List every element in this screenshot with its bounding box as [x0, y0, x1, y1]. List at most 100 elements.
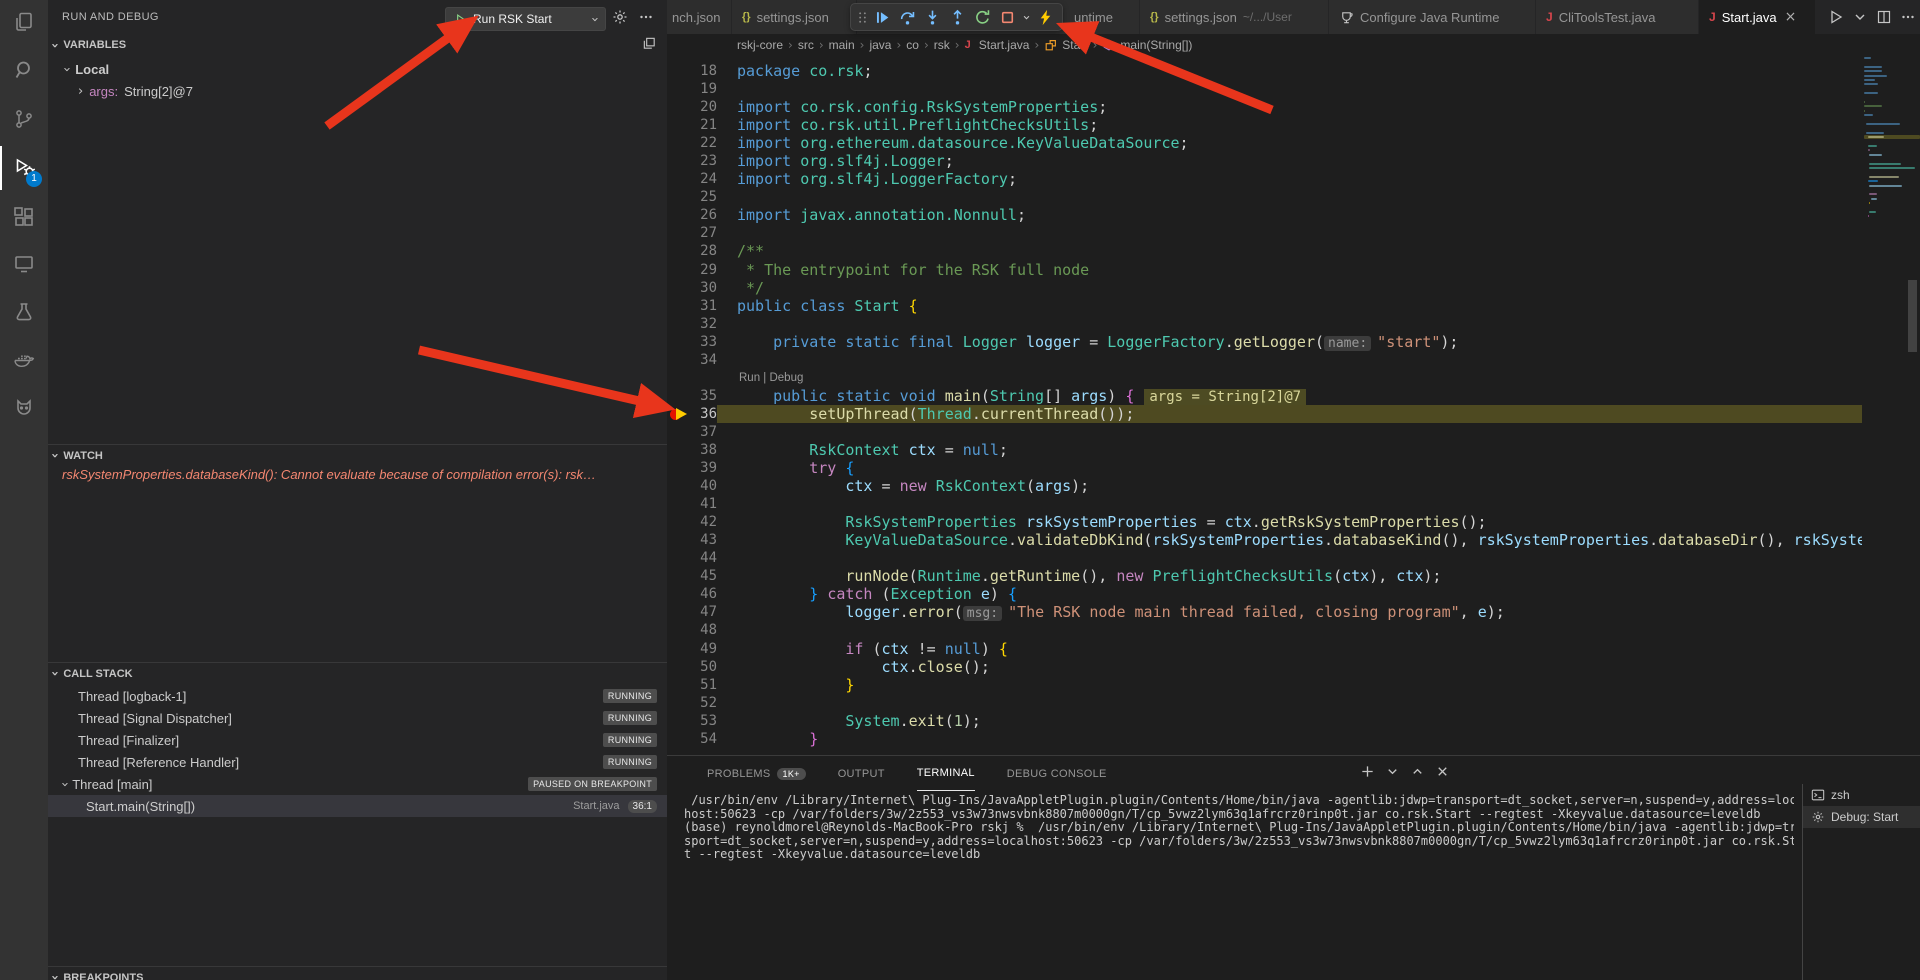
- code-line-21[interactable]: 21import co.rsk.util.PreflightChecksUtil…: [667, 116, 1862, 134]
- breadcrumb-item-main(String[])[interactable]: main(String[]): [1102, 38, 1192, 52]
- terminal-output[interactable]: /usr/bin/env /Library/Internet\ Plug-Ins…: [684, 794, 1794, 862]
- breakpoint-margin[interactable]: [667, 531, 691, 549]
- tab-settings.json[interactable]: {}settings.json: [732, 0, 857, 34]
- code-line-33[interactable]: 33 private static final Logger logger = …: [667, 333, 1862, 351]
- code-line-36[interactable]: 36 setUpThread(Thread.currentThread());: [667, 405, 1862, 423]
- breakpoint-margin[interactable]: [667, 603, 691, 621]
- breakpoint-margin[interactable]: [667, 513, 691, 531]
- code-line-20[interactable]: 20import co.rsk.config.RskSystemProperti…: [667, 98, 1862, 116]
- breadcrumb[interactable]: rskj-core›src›main›java›co›rsk›JStart.ja…: [667, 34, 1920, 56]
- code-line-30[interactable]: 30 */: [667, 279, 1862, 297]
- stack-frame-row[interactable]: Start.main(String[])Start.java36:1: [48, 795, 667, 817]
- breakpoint-margin[interactable]: [667, 549, 691, 567]
- code-line-22[interactable]: 22import org.ethereum.datasource.KeyValu…: [667, 134, 1862, 152]
- breadcrumb-item-Start.java[interactable]: JStart.java: [965, 38, 1030, 52]
- step-into-icon[interactable]: [920, 5, 945, 29]
- new-terminal-icon[interactable]: [1360, 764, 1375, 784]
- maximize-panel-icon[interactable]: [1410, 764, 1425, 784]
- breakpoint-margin[interactable]: [667, 116, 691, 134]
- breakpoint-margin[interactable]: [667, 585, 691, 603]
- breakpoint-margin[interactable]: [667, 459, 691, 477]
- breakpoint-margin[interactable]: [667, 188, 691, 206]
- code-line-47[interactable]: 47 logger.error(msg:"The RSK node main t…: [667, 603, 1862, 621]
- code-line-49[interactable]: 49 if (ctx != null) {: [667, 640, 1862, 658]
- breakpoint-margin[interactable]: [667, 441, 691, 459]
- breakpoint-margin[interactable]: [667, 730, 691, 748]
- breakpoint-margin[interactable]: [667, 658, 691, 676]
- code-line-51[interactable]: 51 }: [667, 676, 1862, 694]
- watch-expression[interactable]: rskSystemProperties.databaseKind(): Cann…: [62, 467, 652, 482]
- panel-tab-TERMINAL[interactable]: TERMINAL: [917, 756, 975, 791]
- grip-icon[interactable]: [855, 5, 870, 29]
- code-line-32[interactable]: 32: [667, 315, 1862, 333]
- code-line-18[interactable]: 18package co.rsk;: [667, 62, 1862, 80]
- tab-Start.java[interactable]: JStart.java×: [1699, 0, 1816, 34]
- code-line-39[interactable]: 39 try {: [667, 459, 1862, 477]
- run-icon[interactable]: [1828, 9, 1844, 25]
- call-stack-thread[interactable]: Thread [logback-1]RUNNING: [48, 685, 667, 707]
- breakpoint-margin[interactable]: [667, 694, 691, 712]
- panel-tab-OUTPUT[interactable]: OUTPUT: [838, 756, 885, 791]
- activity-item-extensions-icon[interactable]: [0, 195, 48, 239]
- breadcrumb-item-src[interactable]: src: [798, 38, 814, 52]
- call-stack-section-header[interactable]: ›CALL STACK: [48, 662, 667, 684]
- code-line-37[interactable]: 37: [667, 423, 1862, 441]
- breakpoint-margin[interactable]: [667, 152, 691, 170]
- step-over-icon[interactable]: [895, 5, 920, 29]
- code-line-48[interactable]: 48: [667, 621, 1862, 639]
- code-line-25[interactable]: 25: [667, 188, 1862, 206]
- panel-tab-DEBUG CONSOLE[interactable]: DEBUG CONSOLE: [1007, 756, 1107, 791]
- breakpoint-margin[interactable]: [667, 98, 691, 116]
- code-line-44[interactable]: 44: [667, 549, 1862, 567]
- step-out-icon[interactable]: [945, 5, 970, 29]
- code-line-27[interactable]: 27: [667, 224, 1862, 242]
- code-line-29[interactable]: 29 * The entrypoint for the RSK full nod…: [667, 261, 1862, 279]
- breadcrumb-item-java[interactable]: java: [869, 38, 891, 52]
- activity-item-docker-whale-icon[interactable]: [0, 338, 48, 382]
- run-config-dropdown[interactable]: Run RSK Start ›: [445, 7, 606, 31]
- breadcrumb-item-Start[interactable]: Start: [1044, 38, 1087, 52]
- breakpoint-margin[interactable]: [667, 80, 691, 98]
- breakpoint-margin[interactable]: [667, 224, 691, 242]
- breakpoint-margin[interactable]: [667, 621, 691, 639]
- breakpoint-margin[interactable]: [667, 477, 691, 495]
- code-line-40[interactable]: 40 ctx = new RskContext(args);: [667, 477, 1862, 495]
- call-stack-thread[interactable]: Thread [Finalizer]RUNNING: [48, 729, 667, 751]
- start-debug-icon[interactable]: [454, 13, 467, 26]
- breadcrumb-item-co[interactable]: co: [906, 38, 919, 52]
- code-line-31[interactable]: 31public class Start {: [667, 297, 1862, 315]
- breakpoint-margin[interactable]: [667, 279, 691, 297]
- terminal-dropdown-icon[interactable]: [1385, 764, 1400, 784]
- code-line-50[interactable]: 50 ctx.close();: [667, 658, 1862, 676]
- breakpoints-section-header[interactable]: ›BREAKPOINTS: [48, 966, 667, 980]
- chevron-icon[interactable]: [1020, 5, 1033, 29]
- code-line-19[interactable]: 19: [667, 80, 1862, 98]
- terminal-instance-zsh[interactable]: zsh: [1803, 784, 1920, 806]
- activity-item-testing-flask-icon[interactable]: [0, 290, 48, 334]
- breakpoint-margin[interactable]: [667, 297, 691, 315]
- continue-icon[interactable]: [870, 5, 895, 29]
- breakpoint-margin[interactable]: [667, 640, 691, 658]
- breakpoint-margin[interactable]: [667, 495, 691, 513]
- activity-item-files-icon[interactable]: [0, 0, 48, 44]
- breakpoint-margin[interactable]: [667, 567, 691, 585]
- code-line-41[interactable]: 41: [667, 495, 1862, 513]
- tab-Configure Java Runtime[interactable]: Configure Java Runtime: [1329, 0, 1536, 34]
- breakpoint-margin[interactable]: [667, 351, 691, 369]
- breadcrumb-item-rsk[interactable]: rsk: [934, 38, 950, 52]
- call-stack-thread[interactable]: ›Thread [main]PAUSED ON BREAKPOINT: [48, 773, 667, 795]
- collapse-all-icon[interactable]: [642, 36, 657, 54]
- watch-section-header[interactable]: ›WATCH: [48, 444, 667, 466]
- code-line-53[interactable]: 53 System.exit(1);: [667, 712, 1862, 730]
- chevron-down-icon[interactable]: ›: [592, 12, 597, 27]
- chevron-down-icon[interactable]: [1852, 9, 1868, 25]
- code-line-34[interactable]: 34: [667, 351, 1862, 369]
- activity-item-pet-icon[interactable]: [0, 386, 48, 430]
- activity-item-remote-explorer-icon[interactable]: [0, 242, 48, 286]
- call-stack-thread[interactable]: Thread [Signal Dispatcher]RUNNING: [48, 707, 667, 729]
- codelens-run-debug[interactable]: Run | Debug: [667, 369, 1862, 387]
- close-panel-icon[interactable]: [1435, 764, 1450, 784]
- split-editor-icon[interactable]: [1876, 9, 1892, 25]
- breakpoint-margin[interactable]: [667, 206, 691, 224]
- breakpoint-margin[interactable]: [667, 405, 691, 423]
